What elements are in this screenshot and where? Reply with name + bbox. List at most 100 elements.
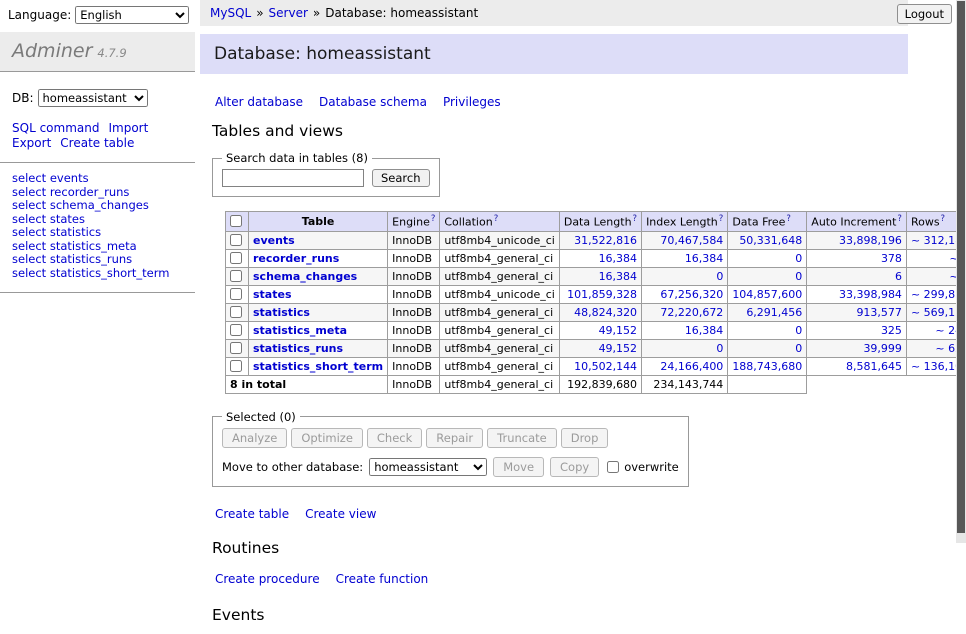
- page-scrollbar[interactable]: [956, 0, 966, 543]
- auto-increment-link[interactable]: 33,898,196: [839, 234, 902, 247]
- index-length-link[interactable]: 70,467,584: [660, 234, 723, 247]
- data-free-link[interactable]: 104,857,600: [732, 288, 802, 301]
- move-row: Move to other database: homeassistant Mo…: [222, 457, 679, 477]
- auto-increment-link[interactable]: 6: [895, 270, 902, 283]
- sidebar-link[interactable]: Import: [108, 121, 148, 135]
- column-help-link[interactable]: ?: [941, 214, 946, 224]
- row-checkbox[interactable]: [230, 306, 242, 318]
- data-free-link[interactable]: 0: [795, 270, 802, 283]
- move-button[interactable]: Move: [493, 457, 544, 477]
- table-name-link[interactable]: statistics_short_term: [253, 360, 383, 373]
- index-length-link[interactable]: 16,384: [685, 252, 724, 265]
- data-length-link[interactable]: 10,502,144: [574, 360, 637, 373]
- logout-button[interactable]: Logout: [897, 4, 952, 24]
- language-select[interactable]: English: [75, 6, 189, 24]
- scrollbar-thumb[interactable]: [957, 1, 965, 533]
- breadcrumb-mysql-link[interactable]: MySQL: [210, 6, 251, 20]
- index-length-link[interactable]: 24,166,400: [660, 360, 723, 373]
- table-name-link[interactable]: recorder_runs: [253, 252, 339, 265]
- column-help-link[interactable]: ?: [897, 214, 902, 224]
- data-length-link[interactable]: 49,152: [599, 342, 638, 355]
- data-free-link[interactable]: 50,331,648: [739, 234, 802, 247]
- data-length-link[interactable]: 101,859,328: [567, 288, 637, 301]
- select-all-checkbox[interactable]: [230, 215, 242, 227]
- data-free-link[interactable]: 0: [795, 324, 802, 337]
- table-name-link[interactable]: schema_changes: [253, 270, 357, 283]
- index-length-link[interactable]: 67,256,320: [660, 288, 723, 301]
- selected-action-button[interactable]: Analyze: [222, 428, 287, 448]
- row-checkbox[interactable]: [230, 270, 242, 282]
- sidebar-link[interactable]: SQL command: [12, 121, 99, 135]
- index-length-link[interactable]: 16,384: [685, 324, 724, 337]
- create-link[interactable]: Create view: [305, 507, 376, 521]
- data-length-link[interactable]: 16,384: [599, 252, 638, 265]
- db-action-link[interactable]: Privileges: [443, 95, 501, 109]
- db-select[interactable]: homeassistant: [38, 89, 148, 107]
- table-name-link[interactable]: statistics_meta: [253, 324, 347, 337]
- sidebar-table-link[interactable]: select schema_changes: [12, 199, 183, 213]
- move-db-select[interactable]: homeassistant: [369, 458, 487, 476]
- sidebar-table-link[interactable]: select states: [12, 213, 183, 227]
- sidebar-table-link[interactable]: select statistics_runs: [12, 253, 183, 267]
- data-free-link[interactable]: 0: [795, 252, 802, 265]
- search-button[interactable]: Search: [372, 169, 430, 187]
- create-link[interactable]: Create table: [215, 507, 289, 521]
- sidebar-link[interactable]: Create table: [60, 136, 134, 150]
- auto-increment-link[interactable]: 8,581,645: [846, 360, 902, 373]
- data-length-link[interactable]: 48,824,320: [574, 306, 637, 319]
- row-checkbox[interactable]: [230, 324, 242, 336]
- selected-action-button[interactable]: Optimize: [291, 428, 363, 448]
- data-free-link[interactable]: 6,291,456: [746, 306, 802, 319]
- routine-link[interactable]: Create function: [336, 572, 429, 586]
- db-action-link[interactable]: Alter database: [215, 95, 303, 109]
- auto-increment-link[interactable]: 913,577: [856, 306, 902, 319]
- selected-action-button[interactable]: Truncate: [487, 428, 557, 448]
- row-checkbox[interactable]: [230, 342, 242, 354]
- sidebar-link[interactable]: Export: [12, 136, 51, 150]
- data-free-cell: 188,743,680: [728, 357, 807, 375]
- row-checkbox[interactable]: [230, 288, 242, 300]
- table-name-link[interactable]: events: [253, 234, 295, 247]
- row-checkbox[interactable]: [230, 252, 242, 264]
- breadcrumb-server-link[interactable]: Server: [269, 6, 308, 20]
- overwrite-checkbox[interactable]: [607, 461, 619, 473]
- index-length-link[interactable]: 72,220,672: [660, 306, 723, 319]
- copy-button[interactable]: Copy: [550, 457, 599, 477]
- selected-action-button[interactable]: Check: [367, 428, 422, 448]
- db-action-link[interactable]: Database schema: [319, 95, 427, 109]
- app-version-link[interactable]: 4.7.9: [97, 46, 126, 60]
- column-help-link[interactable]: ?: [431, 214, 436, 224]
- column-help-link[interactable]: ?: [633, 214, 638, 224]
- index-length-link[interactable]: 0: [716, 270, 723, 283]
- selected-action-button[interactable]: Repair: [426, 428, 483, 448]
- auto-increment-link[interactable]: 39,999: [863, 342, 902, 355]
- row-checkbox[interactable]: [230, 360, 242, 372]
- data-free-link[interactable]: 188,743,680: [732, 360, 802, 373]
- sidebar-table-link[interactable]: select statistics: [12, 226, 183, 240]
- sidebar-main-links: SQL command Import Export Create table: [0, 119, 195, 163]
- sidebar-table-link[interactable]: select recorder_runs: [12, 186, 183, 200]
- auto-increment-link[interactable]: 325: [881, 324, 902, 337]
- sidebar-table-link[interactable]: select statistics_short_term: [12, 267, 183, 281]
- auto-increment-link[interactable]: 378: [881, 252, 902, 265]
- db-selector-row: DB:homeassistant: [12, 89, 183, 107]
- index-length-link[interactable]: 0: [716, 342, 723, 355]
- data-length-link[interactable]: 31,522,816: [574, 234, 637, 247]
- collation-cell: utf8mb4_general_ci: [440, 339, 559, 357]
- data-length-link[interactable]: 16,384: [599, 270, 638, 283]
- sidebar-table-link[interactable]: select statistics_meta: [12, 240, 183, 254]
- sidebar-table-link[interactable]: select events: [12, 172, 183, 186]
- table-name-link[interactable]: states: [253, 288, 292, 301]
- data-free-link[interactable]: 0: [795, 342, 802, 355]
- routine-link[interactable]: Create procedure: [215, 572, 320, 586]
- auto-increment-link[interactable]: 33,398,984: [839, 288, 902, 301]
- column-help-link[interactable]: ?: [786, 214, 791, 224]
- row-checkbox[interactable]: [230, 234, 242, 246]
- table-name-link[interactable]: statistics: [253, 306, 310, 319]
- table-name-link[interactable]: statistics_runs: [253, 342, 343, 355]
- column-help-link[interactable]: ?: [494, 214, 499, 224]
- data-length-link[interactable]: 49,152: [599, 324, 638, 337]
- search-input[interactable]: [222, 169, 364, 187]
- selected-action-button[interactable]: Drop: [561, 428, 609, 448]
- column-help-link[interactable]: ?: [719, 214, 724, 224]
